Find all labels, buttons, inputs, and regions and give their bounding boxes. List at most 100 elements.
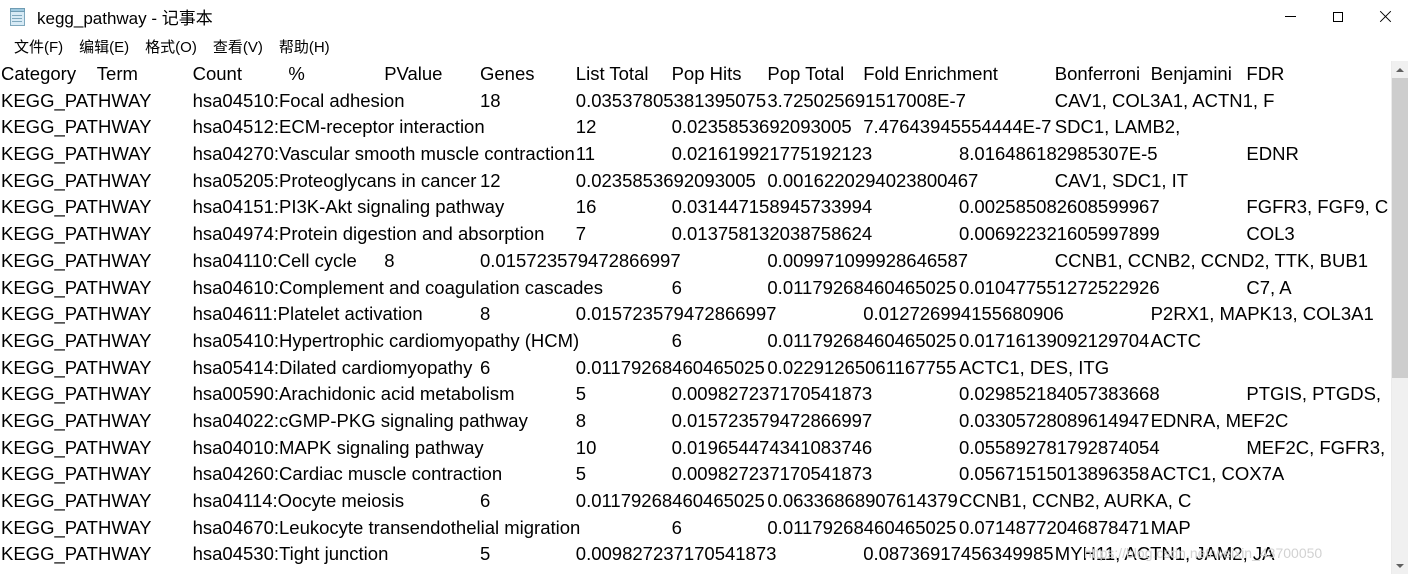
text-cell: 0.08736917456349985: [863, 543, 1054, 565]
text-cell: CAV1, COL3A1, ACTN1, F: [1054, 89, 1275, 111]
text-cell: COL3: [1246, 223, 1295, 245]
text-cell: hsa05414:Dilated cardiomyopathy: [192, 356, 473, 378]
text-cell: 0.05671515013896358: [959, 463, 1150, 485]
text-cell: Pop Hits: [671, 63, 742, 84]
text-cell: 0.07148772046878471: [959, 516, 1150, 538]
text-cell: 6: [671, 276, 682, 298]
text-cell: 0.06336868907614379: [767, 490, 958, 511]
text-cell: 10: [575, 436, 597, 458]
text-cell: 11: [575, 143, 596, 165]
text-cell: KEGG_PATHWAY: [1, 490, 152, 511]
text-cell: 6: [671, 329, 682, 351]
text-cell: KEGG_PATHWAY: [1, 409, 152, 431]
vertical-scrollbar[interactable]: [1391, 61, 1408, 574]
text-cell: ACTC: [1150, 329, 1201, 351]
text-cell: CAV1, SDC1, IT: [1054, 169, 1189, 191]
text-cell: EDNRA, MEF2C: [1150, 409, 1289, 431]
text-cell: 0.002585082608599967: [959, 196, 1160, 218]
text-cell: 6: [480, 356, 491, 378]
text-cell: hsa00590:Arachidonic acid metabolism: [192, 383, 515, 405]
maximize-icon: [1332, 11, 1343, 22]
text-cell: 3.725025691517008E-7: [767, 89, 966, 111]
text-cell: KEGG_PATHWAY: [1, 516, 152, 538]
text-cell: SDC1, LAMB2,: [1054, 116, 1181, 138]
title-bar-left: kegg_pathway - 记事本: [0, 0, 213, 33]
text-cell: 0.0235853692093005: [575, 169, 756, 191]
text-cell: ACTC1, COX7A: [1150, 463, 1285, 485]
text-cell: 8: [384, 249, 395, 271]
title-bar[interactable]: kegg_pathway - 记事本: [0, 0, 1408, 33]
text-cell: 0.01179268460465025: [767, 276, 957, 298]
text-cell: hsa04670:Leukocyte transendothelial migr…: [192, 516, 581, 538]
text-cell: 0.019654474341083746: [671, 436, 873, 458]
text-cell: hsa04022:cGMP-PKG signaling pathway: [192, 409, 528, 431]
text-cell: hsa04510:Focal adhesion: [192, 89, 405, 111]
text-cell: PTGIS, PTGDS,: [1246, 383, 1382, 405]
text-cell: 12: [575, 116, 597, 138]
close-icon: [1379, 11, 1391, 23]
text-cell: CCNB1, CCNB2, CCND2, TTK, BUB1: [1054, 249, 1368, 271]
text-cell: KEGG_PATHWAY: [1, 143, 152, 165]
text-cell: hsa04010:MAPK signaling pathway: [192, 436, 484, 458]
text-cell: hsa04260:Cardiac muscle contraction: [192, 463, 503, 485]
text-cell: 0.03305728089614947: [959, 409, 1150, 431]
menu-item-format[interactable]: 格式(O): [137, 33, 205, 61]
text-cell: Count: [192, 63, 242, 84]
text-cell: hsa04530:Tight junction: [192, 543, 389, 565]
scroll-down-button[interactable]: [1392, 557, 1408, 574]
text-cell: 5: [480, 543, 491, 565]
text-cell: 0.02291265061167755: [767, 356, 957, 378]
text-cell: 8: [480, 303, 491, 325]
text-cell: 0.0016220294023800467: [767, 169, 979, 191]
text-cell: hsa04270:Vascular smooth muscle contract…: [192, 143, 575, 165]
text-cell: KEGG_PATHWAY: [1, 463, 152, 485]
text-cell: hsa05205:Proteoglycans in cancer: [192, 169, 477, 191]
text-cell: 6: [480, 490, 491, 511]
menu-item-file[interactable]: 文件(F): [6, 33, 71, 61]
text-cell: 0.009971099928646587: [767, 249, 969, 271]
text-cell: EDNR: [1246, 143, 1299, 165]
text-cell: 0.01179268460465025: [767, 516, 957, 538]
text-cell: hsa04974:Protein digestion and absorptio…: [192, 223, 545, 245]
text-cell: 0.012726994155680906: [863, 303, 1064, 325]
text-cell: Term: [96, 63, 138, 84]
text-cell: 0.021619921775192123: [671, 143, 873, 165]
text-cell: PValue: [384, 63, 443, 84]
text-cell: hsa04610:Complement and coagulation casc…: [192, 276, 603, 298]
text-cell: 5: [575, 383, 587, 405]
menu-item-help[interactable]: 帮助(H): [271, 33, 338, 61]
text-cell: 12: [480, 169, 501, 191]
minimize-button[interactable]: [1267, 0, 1314, 33]
menu-item-view[interactable]: 查看(V): [205, 33, 271, 61]
text-cell: KEGG_PATHWAY: [1, 196, 152, 218]
text-cell: 16: [575, 196, 597, 218]
text-cell: Benjamini: [1150, 63, 1232, 84]
text-cell: KEGG_PATHWAY: [1, 249, 152, 271]
text-cell: MAP: [1150, 516, 1191, 538]
text-cell: 0.009827237170541873: [575, 543, 777, 565]
scroll-up-button[interactable]: [1392, 61, 1408, 78]
text-cell: hsa04512:ECM-receptor interaction: [192, 116, 485, 138]
text-cell: 0.006922321605997899: [959, 223, 1160, 245]
text-cell: 0.01179268460465025: [575, 356, 765, 378]
maximize-button[interactable]: [1314, 0, 1361, 33]
text-cell: 0.01179268460465025: [575, 490, 765, 511]
text-cell: 6: [671, 516, 682, 538]
menu-item-edit[interactable]: 编辑(E): [71, 33, 137, 61]
text-cell: hsa04114:Oocyte meiosis: [192, 490, 405, 511]
text-cell: KEGG_PATHWAY: [1, 223, 152, 245]
scroll-up-icon: [1396, 67, 1404, 72]
text-edit-area[interactable]: Category Term Count% PValue Genes List Total P…: [0, 61, 1391, 574]
close-button[interactable]: [1361, 0, 1408, 33]
text-cell: 0.01716139092129704: [959, 329, 1150, 351]
window-controls: [1267, 0, 1408, 33]
text-cell: FDR: [1246, 63, 1285, 84]
scrollbar-thumb[interactable]: [1392, 78, 1408, 378]
text-cell: 7.47643945554444E-7: [863, 116, 1052, 138]
text-cell: List Total: [575, 63, 649, 84]
text-cell: 0.010477551272522926: [959, 276, 1160, 298]
window-title: kegg_pathway - 记事本: [37, 9, 213, 28]
notepad-window: kegg_pathway - 记事本 文件(F) 编辑(E) 格式(O) 查看(…: [0, 0, 1408, 574]
text-cell: 8.016486182985307E-5: [959, 143, 1158, 165]
text-cell: 0.031447158945733994: [671, 196, 873, 218]
